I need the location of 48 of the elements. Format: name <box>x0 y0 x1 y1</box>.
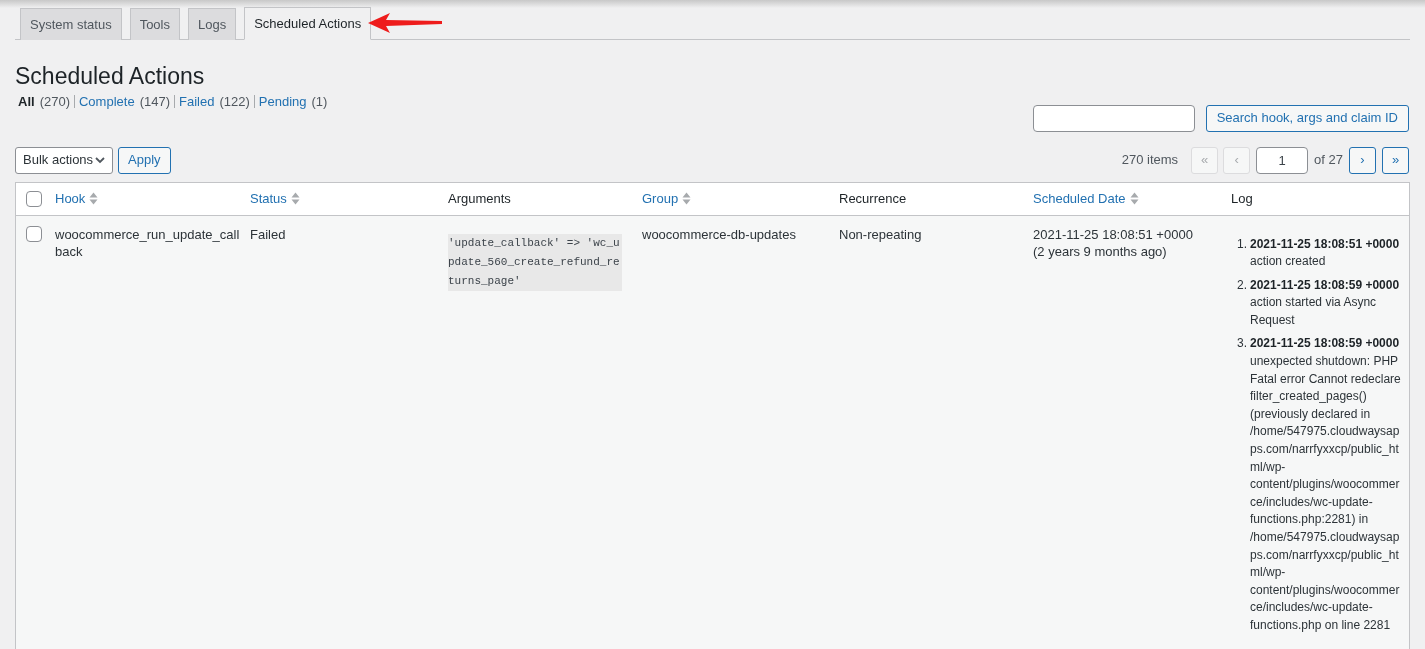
search-button[interactable]: Search hook, args and claim ID <box>1205 104 1409 132</box>
tab[interactable]: Logs <box>188 8 237 40</box>
bulk-actions-dropdown[interactable]: Bulk actions <box>15 146 113 174</box>
checkbox[interactable] <box>26 190 42 207</box>
apply-button[interactable]: Apply <box>118 146 171 174</box>
arguments-code: 'update_callback' => 'wc_update_560_create_refund_returns_page' <box>448 233 622 291</box>
status-text: Failed <box>250 226 286 242</box>
hook-name: woocommerce_run_update_callback <box>55 225 240 260</box>
page-number-field[interactable]: 1 <box>1256 146 1309 174</box>
log-timestamp: 2021-11-25 18:08:59 +0000 <box>1250 335 1401 353</box>
last-page-button[interactable]: » <box>1382 146 1409 174</box>
scheduled-date: 2021-11-25 18:08:51 +0000 <box>1033 225 1193 243</box>
column-header: Log <box>1231 189 1253 208</box>
relative-time: (2 years 9 months ago) <box>1033 242 1167 260</box>
column-header[interactable]: Hook <box>55 188 86 209</box>
list-number: 1. <box>1236 235 1248 253</box>
filter-count: (1) <box>311 93 328 111</box>
tab[interactable]: Tools <box>129 8 180 40</box>
log-message: action created <box>1250 253 1327 271</box>
tab[interactable]: System status <box>20 8 122 40</box>
filter-link[interactable]: Failed <box>179 92 215 112</box>
filter-link[interactable]: Pending <box>258 92 307 112</box>
column-header[interactable]: Group <box>642 188 679 209</box>
tab[interactable]: Scheduled Actions <box>244 7 372 40</box>
page-title: Scheduled Actions <box>15 62 206 91</box>
filter-count: (270) <box>39 93 70 111</box>
column-header[interactable]: Scheduled Date <box>1033 188 1126 209</box>
filter-count: (122) <box>219 93 250 111</box>
log-timestamp: 2021-11-25 18:08:51 +0000 <box>1250 235 1400 253</box>
column-header: Recurrence <box>839 189 907 208</box>
next-page-button[interactable]: › <box>1349 146 1376 174</box>
log-message: unexpected shutdown: PHP Fatal error Cannot redeclare filter_created_pages() (previously declared in /home/547975.cloudwaysapps.com/narrfyxxcp/public_html/wp-content/plugins/woocommerce/includes/wc-update-functions.php:2281) in /home/547975.cloudwaysapps.com/narrfyxxcp/public_html/wp-content/plugins/woocommerce/includes/wc-update-functions.php on line 2281 <box>1250 353 1402 634</box>
filter-link[interactable]: All <box>18 92 35 112</box>
chevron-down-icon <box>95 156 105 164</box>
column-header[interactable]: Status <box>250 188 287 209</box>
item-count: 270 items <box>1121 151 1179 170</box>
filter-link[interactable]: Complete <box>79 92 135 112</box>
column-header: Arguments <box>448 189 511 208</box>
list-number: 2. <box>1236 276 1248 294</box>
checkbox[interactable] <box>26 225 42 242</box>
recurrence-text: Non-repeating <box>839 226 922 242</box>
log-timestamp: 2021-11-25 18:08:59 +0000 <box>1250 276 1401 294</box>
group-name: woocommerce-db-updates <box>642 226 796 242</box>
page-total: of 27 <box>1314 151 1343 170</box>
list-number: 3. <box>1236 335 1248 353</box>
filter-count: (147) <box>139 93 170 111</box>
log-message: action started via Async Request <box>1250 294 1378 329</box>
search-field[interactable] <box>1032 104 1195 132</box>
